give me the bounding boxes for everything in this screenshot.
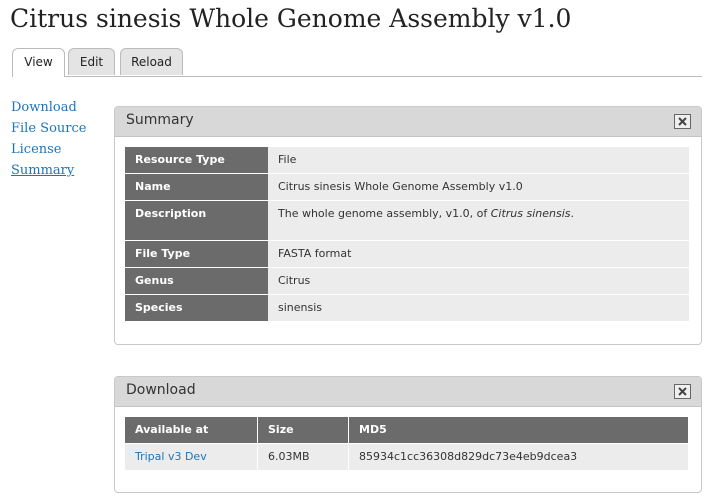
download-link[interactable]: Tripal v3 Dev: [135, 450, 207, 463]
summary-panel-title: Summary: [126, 112, 194, 128]
table-row: Description The whole genome assembly, v…: [125, 200, 689, 241]
description-species: Citrus sinensis: [490, 207, 571, 220]
download-cell-md5: 85934c1cc36308d829dc73e4eb9dcea3: [348, 443, 689, 471]
column-header-md5: MD5: [348, 417, 689, 444]
page-title: Citrus sinesis Whole Genome Assembly v1.…: [10, 4, 572, 33]
side-nav-download[interactable]: Download: [11, 97, 86, 118]
summary-panel: Summary Resource Type File Name Citrus s…: [114, 106, 702, 345]
tab-edit[interactable]: Edit: [68, 48, 115, 75]
column-header-available-at: Available at: [125, 417, 258, 444]
table-row: Tripal v3 Dev 6.03MB 85934c1cc36308d829d…: [125, 443, 689, 471]
side-nav-summary[interactable]: Summary: [11, 160, 86, 181]
row-label-name: Name: [125, 173, 268, 201]
row-value-file-type: FASTA format: [268, 240, 689, 268]
tab-bar: View Edit Reload: [12, 48, 702, 77]
side-nav-file-source[interactable]: File Source: [11, 118, 86, 139]
row-label-resource-type: Resource Type: [125, 147, 268, 174]
table-row: Name Citrus sinesis Whole Genome Assembl…: [125, 173, 689, 201]
download-panel-header: Download: [115, 377, 701, 407]
table-header-row: Available at Size MD5: [125, 417, 689, 444]
tab-view[interactable]: View: [12, 48, 65, 77]
column-header-size: Size: [257, 417, 349, 444]
row-value-species: sinensis: [268, 294, 689, 322]
table-row: Resource Type File: [125, 147, 689, 174]
row-label-description: Description: [125, 200, 268, 241]
table-row: Genus Citrus: [125, 267, 689, 295]
download-cell-size: 6.03MB: [257, 443, 349, 471]
row-label-file-type: File Type: [125, 240, 268, 268]
summary-panel-header: Summary: [115, 107, 701, 137]
summary-table: Resource Type File Name Citrus sinesis W…: [125, 147, 689, 322]
row-label-species: Species: [125, 294, 268, 322]
description-text: The whole genome assembly, v1.0, of: [278, 207, 491, 220]
row-value-genus: Citrus: [268, 267, 689, 295]
side-nav-license[interactable]: License: [11, 139, 86, 160]
close-icon[interactable]: [674, 114, 691, 129]
tab-reload[interactable]: Reload: [120, 48, 183, 75]
download-panel-title: Download: [126, 382, 196, 398]
table-row: File Type FASTA format: [125, 240, 689, 268]
row-value-resource-type: File: [268, 147, 689, 174]
download-table: Available at Size MD5 Tripal v3 Dev 6.03…: [125, 417, 689, 471]
side-nav: Download File Source License Summary: [11, 97, 86, 181]
download-cell-location: Tripal v3 Dev: [125, 443, 258, 471]
download-panel: Download Available at Size MD5 Tripal v3…: [114, 376, 702, 493]
row-value-name: Citrus sinesis Whole Genome Assembly v1.…: [268, 173, 689, 201]
row-label-genus: Genus: [125, 267, 268, 295]
table-row: Species sinensis: [125, 294, 689, 322]
row-value-description: The whole genome assembly, v1.0, of Citr…: [268, 200, 689, 241]
description-end: .: [570, 207, 575, 220]
close-icon[interactable]: [674, 384, 691, 399]
